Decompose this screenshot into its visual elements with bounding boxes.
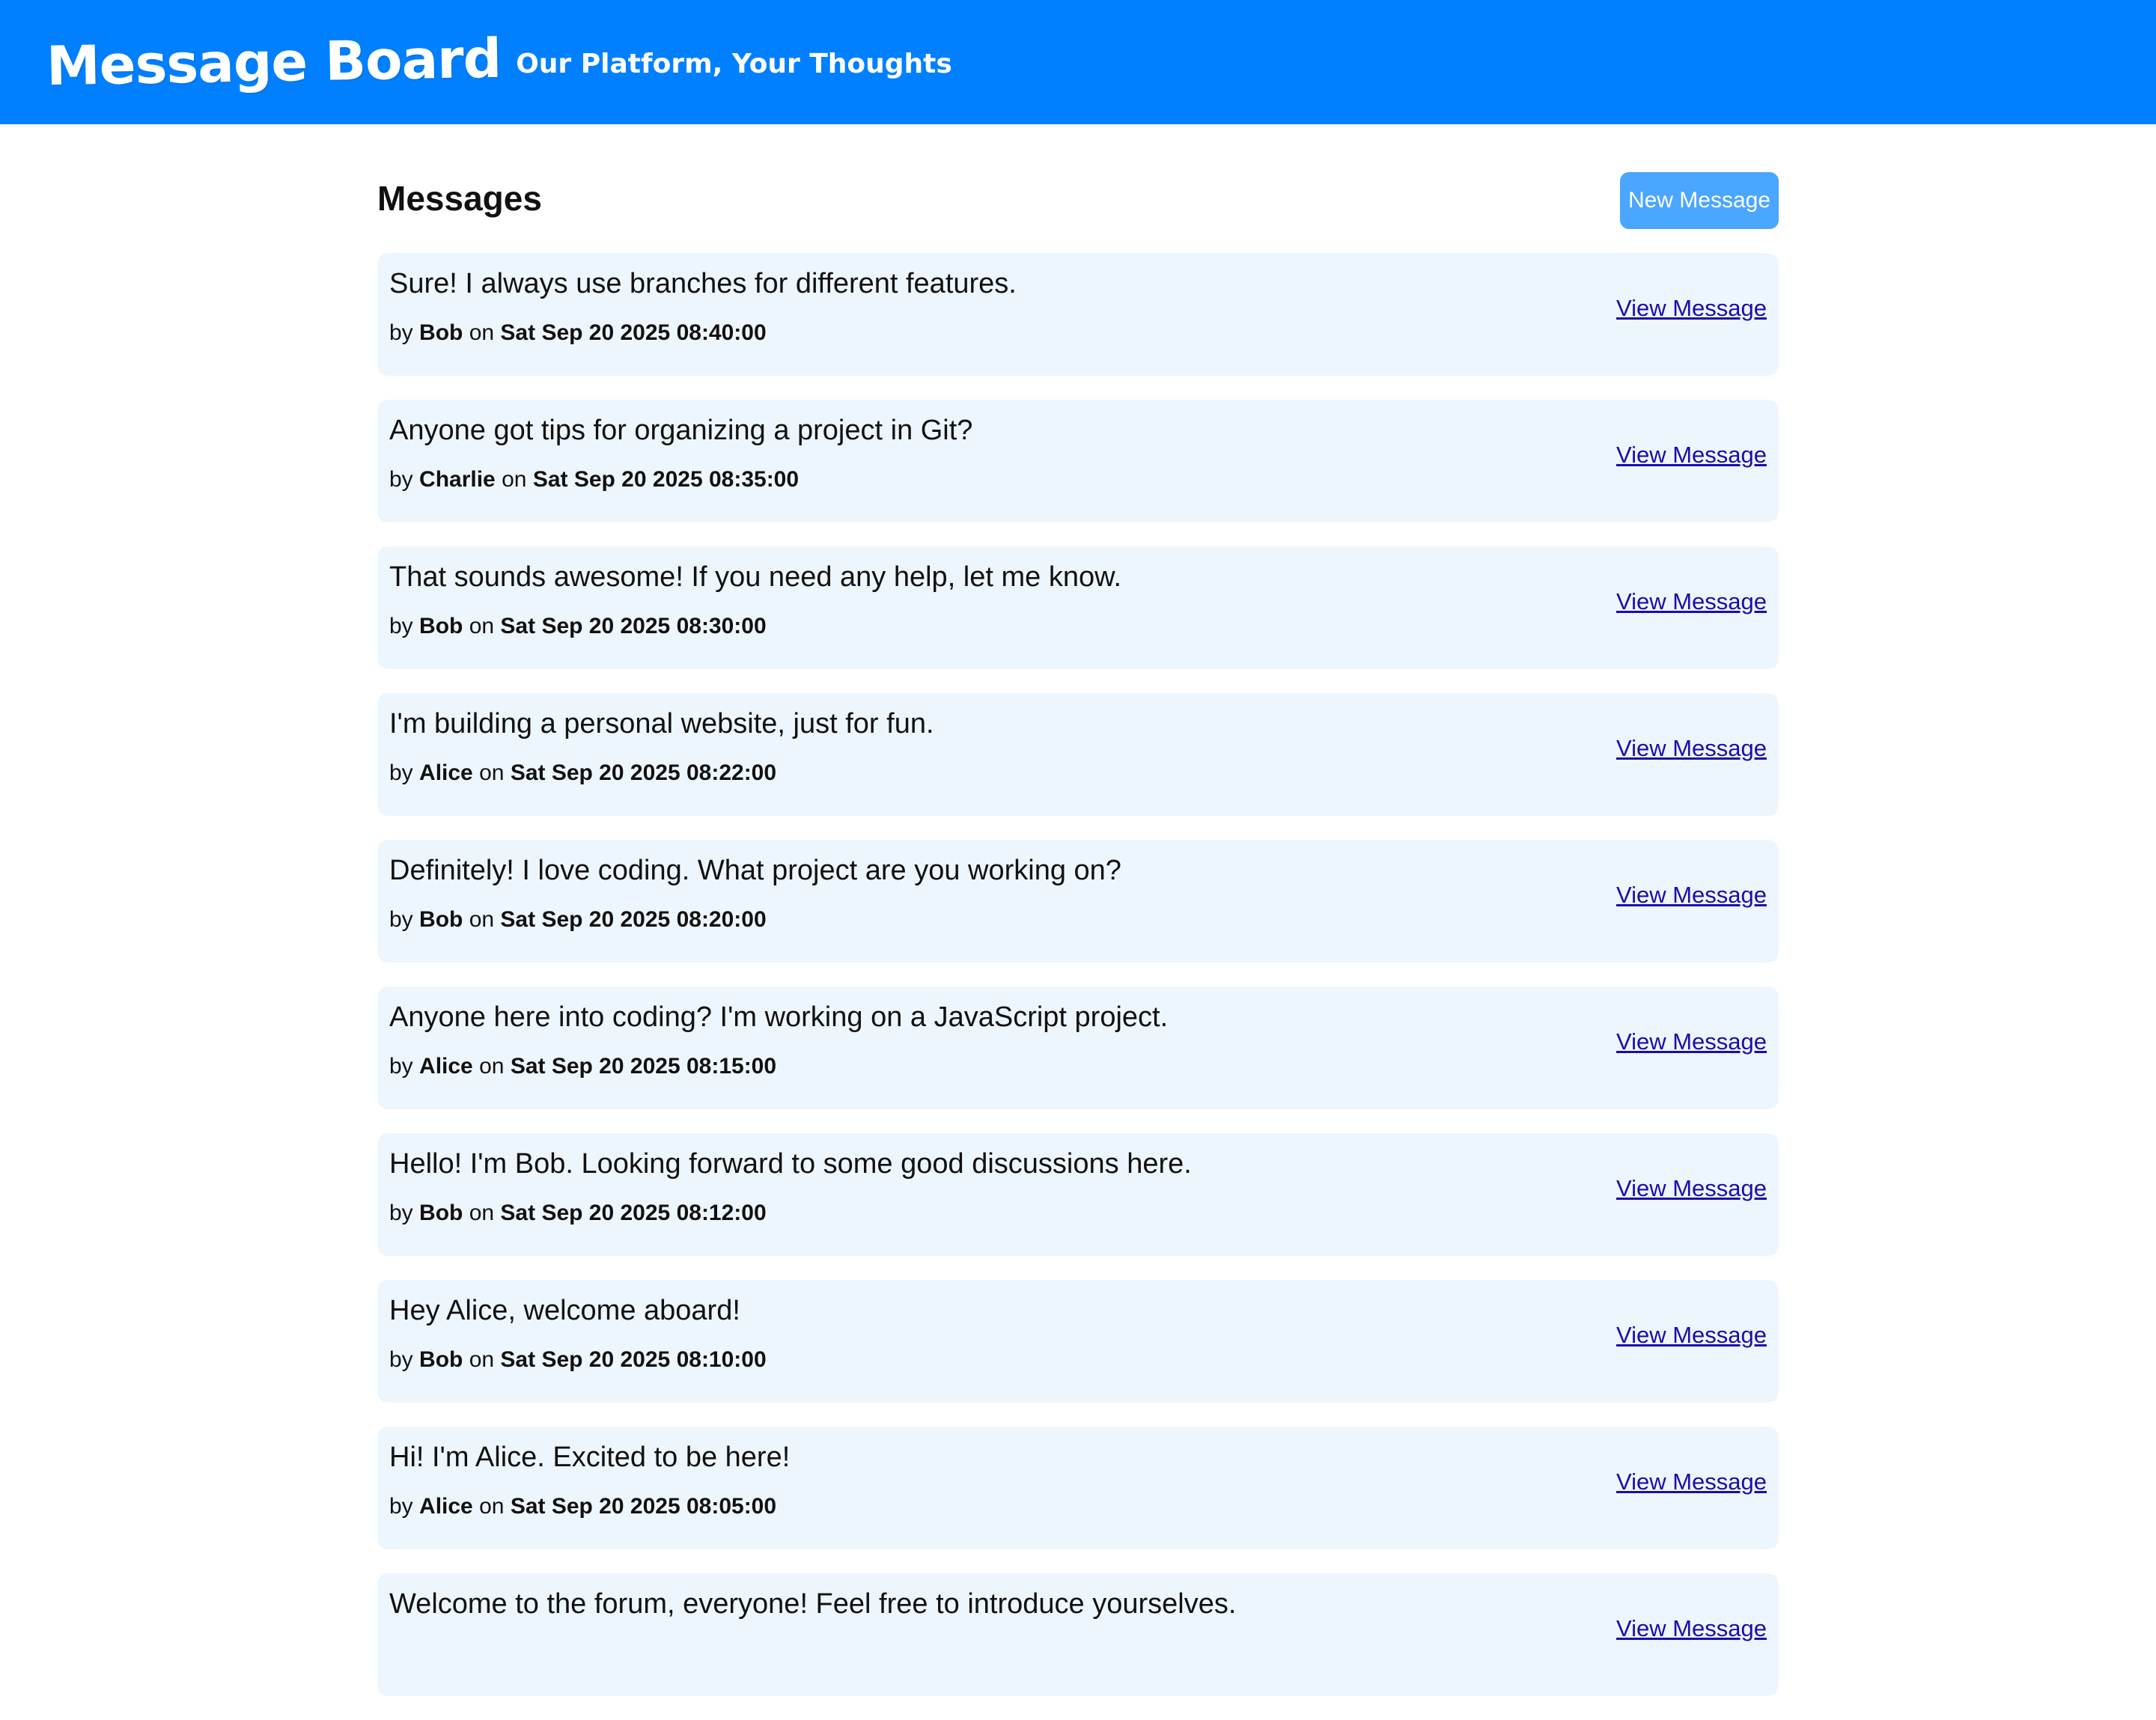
message-author: Alice [419,1054,473,1079]
message-card: Anyone got tips for organizing a project… [377,400,1779,522]
new-message-button[interactable]: New Message [1620,172,1779,229]
message-text: Anyone here into coding? I'm working on … [389,1001,1169,1033]
view-message-link[interactable]: View Message [1616,1175,1767,1202]
message-meta: by Alice on Sat Sep 20 2025 08:05:00 [389,1494,777,1519]
message-card: Hey Alice, welcome aboard! by Bob on Sat… [377,1280,1779,1403]
message-text: Definitely! I love coding. What project … [389,855,1121,886]
message-meta: by Bob on Sat Sep 20 2025 08:10:00 [389,1347,767,1372]
message-author: Bob [419,1347,463,1372]
message-author: Bob [419,614,463,638]
view-message-link[interactable]: View Message [1616,735,1767,762]
message-text: Sure! I always use branches for differen… [389,268,1017,299]
message-meta: by Bob on Sat Sep 20 2025 08:12:00 [389,1201,767,1225]
message-author: Bob [419,1201,463,1225]
message-card: Welcome to the forum, everyone! Feel fre… [377,1573,1779,1696]
message-meta: by Alice on Sat Sep 20 2025 08:22:00 [389,760,777,785]
message-card: I'm building a personal website, just fo… [377,693,1779,816]
message-meta: by Bob on Sat Sep 20 2025 08:40:00 [389,320,767,345]
top-header: Message Board Our Platform, Your Thought… [0,0,2156,124]
message-meta: by Bob on Sat Sep 20 2025 08:20:00 [389,907,767,932]
message-text: Hi! I'm Alice. Excited to be here! [389,1442,791,1473]
message-list: Sure! I always use branches for differen… [377,253,1779,1696]
message-date: Sat Sep 20 2025 08:20:00 [500,907,767,932]
message-text: Hey Alice, welcome aboard! [389,1295,740,1326]
message-text: Welcome to the forum, everyone! Feel fre… [389,1588,1237,1620]
page-title: Messages [377,179,542,218]
message-text: That sounds awesome! If you need any hel… [389,561,1122,593]
view-message-link[interactable]: View Message [1616,588,1767,615]
message-card: Sure! I always use branches for differen… [377,253,1779,376]
site-tagline: Our Platform, Your Thoughts [516,48,952,79]
site-title[interactable]: Message Board [46,27,502,98]
message-meta: by Charlie on Sat Sep 20 2025 08:35:00 [389,467,800,492]
message-card: That sounds awesome! If you need any hel… [377,546,1779,669]
message-author: Alice [419,760,473,785]
view-message-link[interactable]: View Message [1616,1028,1767,1055]
message-date: Sat Sep 20 2025 08:15:00 [510,1054,777,1079]
view-message-link[interactable]: View Message [1616,442,1767,469]
message-card: Hello! I'm Bob. Looking forward to some … [377,1133,1779,1256]
message-date: Sat Sep 20 2025 08:10:00 [500,1347,767,1372]
message-date: Sat Sep 20 2025 08:12:00 [500,1201,767,1225]
message-author: Alice [419,1494,473,1519]
view-message-link[interactable]: View Message [1616,1615,1767,1642]
message-date: Sat Sep 20 2025 08:22:00 [510,760,777,785]
view-message-link[interactable]: View Message [1616,882,1767,909]
message-author: Bob [419,320,463,345]
main-content: Messages New Message Sure! I always use … [377,124,1779,1720]
view-message-link[interactable]: View Message [1616,1469,1767,1495]
message-card: Definitely! I love coding. What project … [377,840,1779,963]
message-date: Sat Sep 20 2025 08:35:00 [532,467,800,492]
message-author: Charlie [419,467,496,492]
message-date: Sat Sep 20 2025 08:40:00 [500,320,767,345]
view-message-link[interactable]: View Message [1616,1322,1767,1349]
message-card: Hi! I'm Alice. Excited to be here! by Al… [377,1427,1779,1549]
messages-header: Messages New Message [377,124,1779,253]
view-message-link[interactable]: View Message [1616,295,1767,322]
message-date: Sat Sep 20 2025 08:05:00 [510,1494,777,1519]
message-card: Anyone here into coding? I'm working on … [377,986,1779,1109]
message-author: Bob [419,907,463,932]
message-meta: by Alice on Sat Sep 20 2025 08:15:00 [389,1054,777,1079]
message-text: Anyone got tips for organizing a project… [389,415,973,446]
message-meta: by Bob on Sat Sep 20 2025 08:30:00 [389,614,767,638]
message-date: Sat Sep 20 2025 08:30:00 [500,614,767,638]
message-text: I'm building a personal website, just fo… [389,708,934,739]
message-text: Hello! I'm Bob. Looking forward to some … [389,1148,1192,1180]
